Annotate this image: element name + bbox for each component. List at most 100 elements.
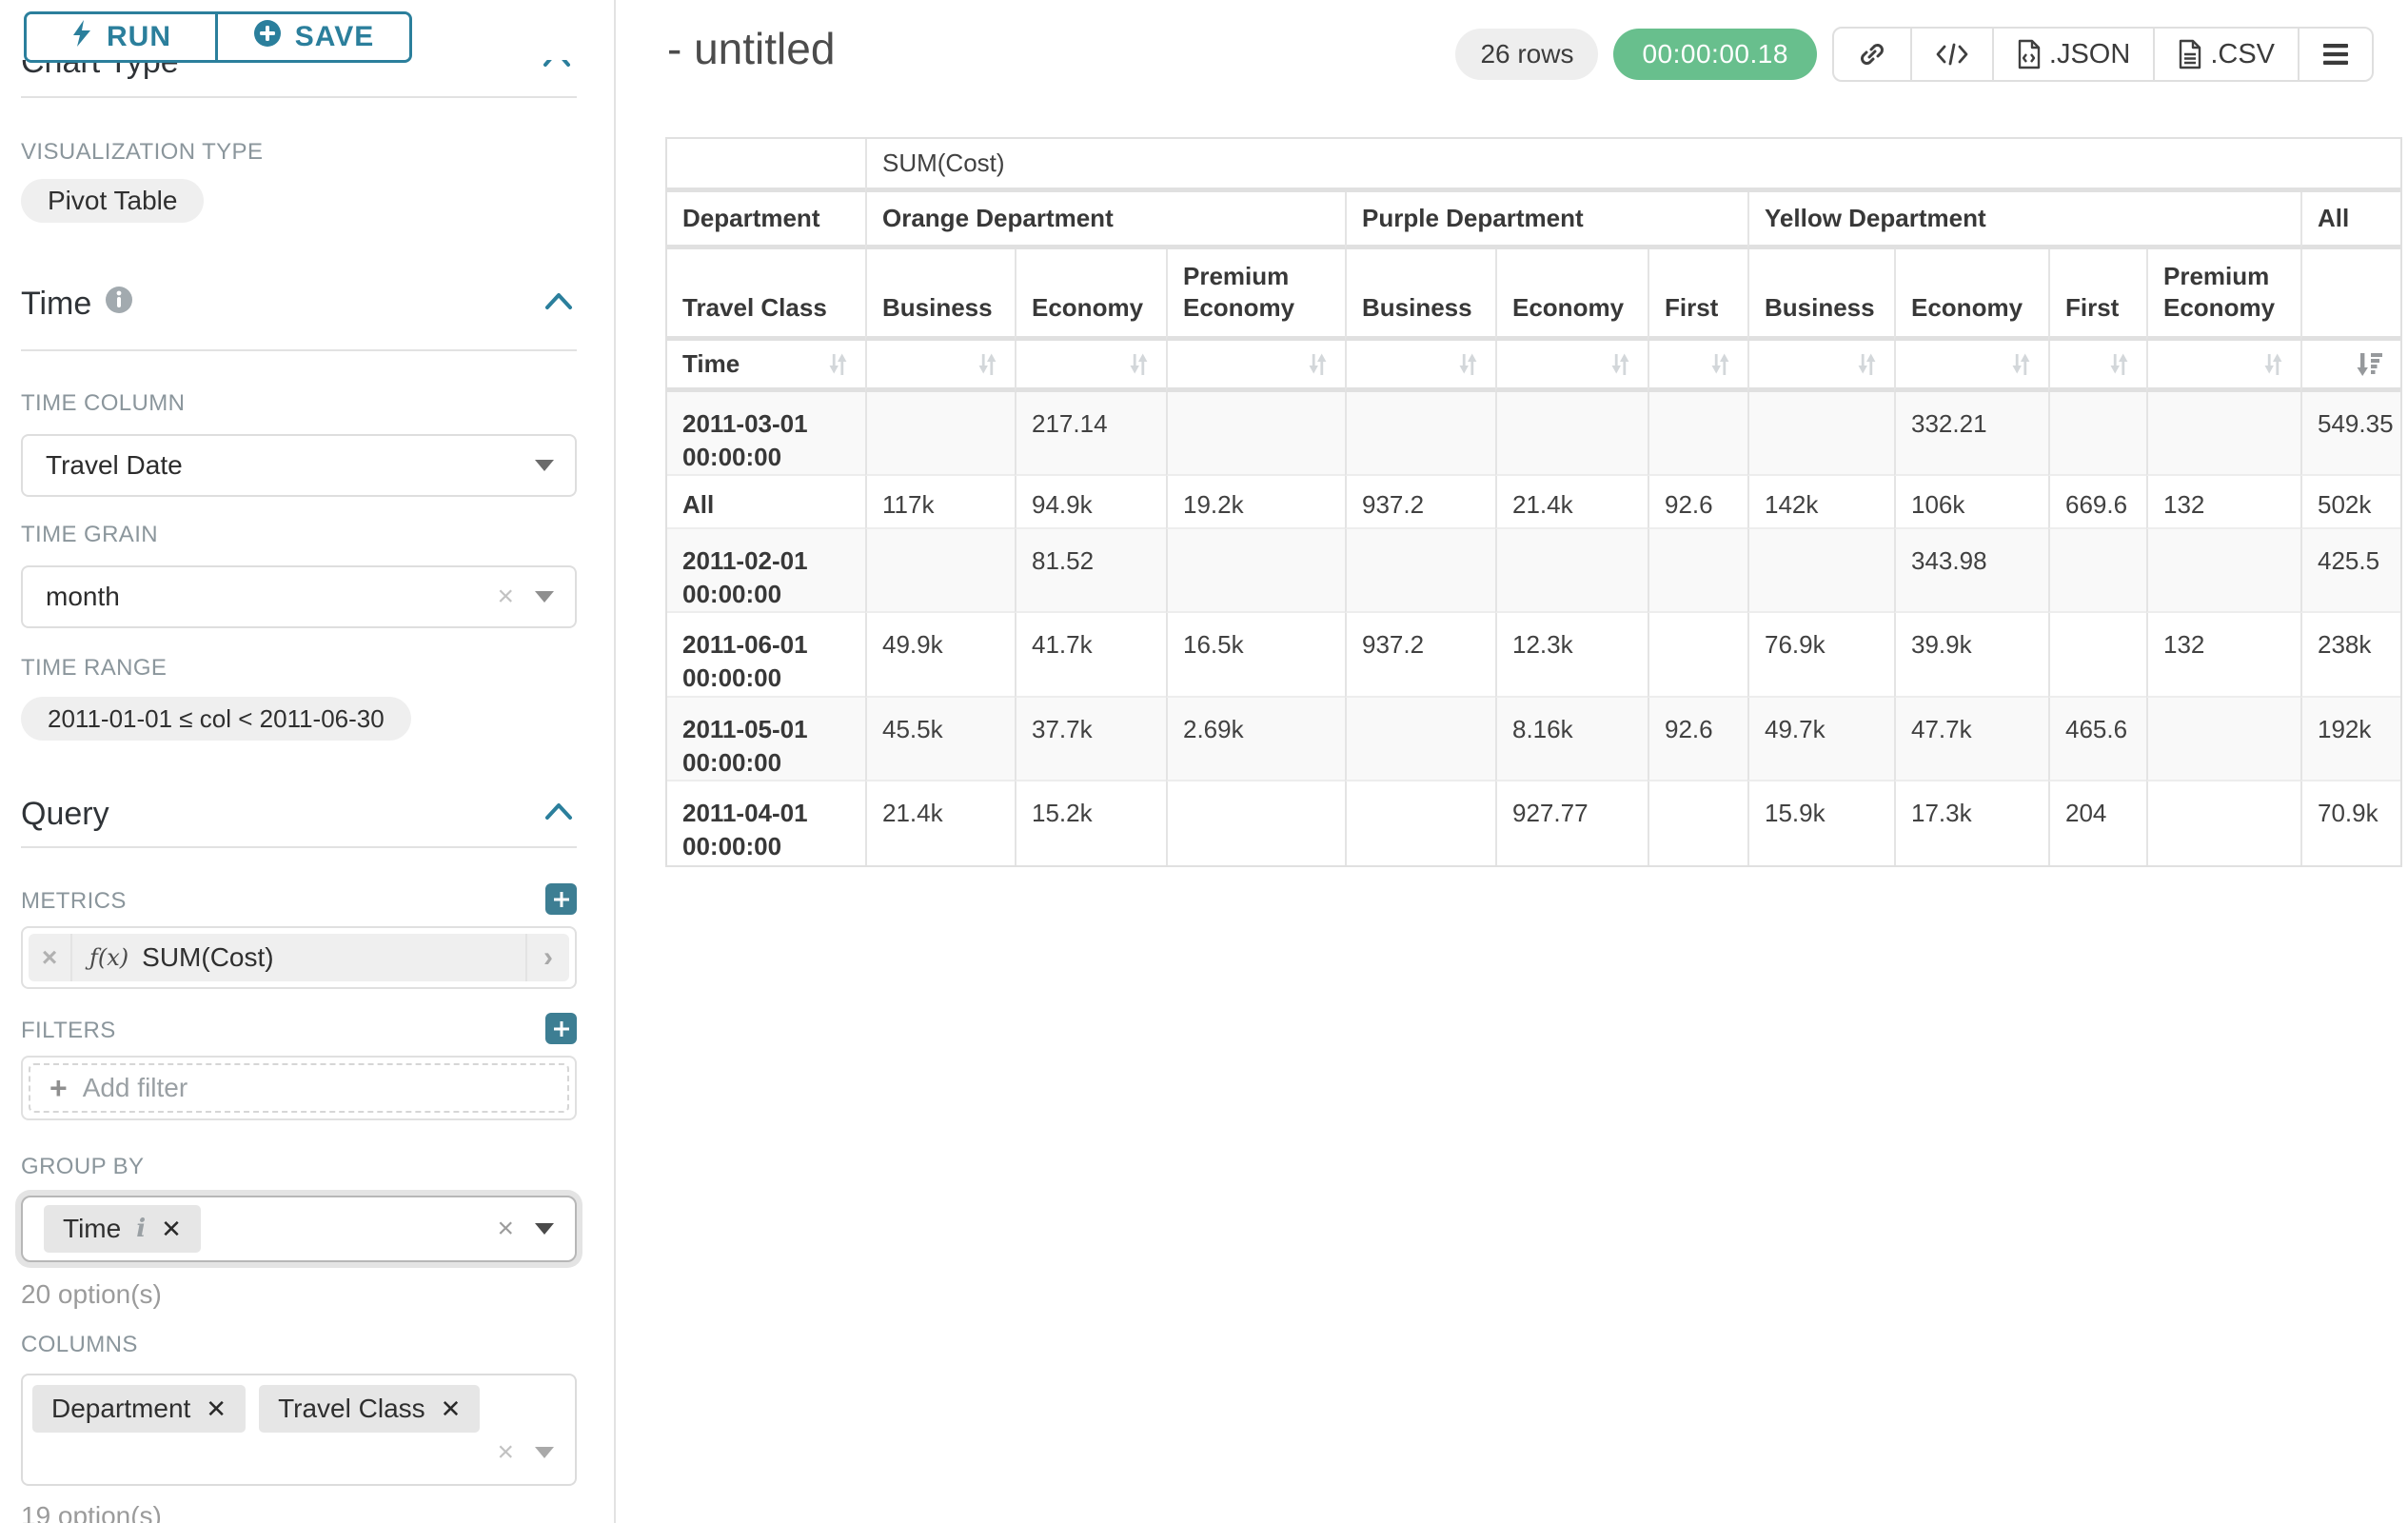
columns-chip-travel-class[interactable]: Travel Class ✕ [259, 1385, 480, 1433]
chart-area: - untitled 26 rows 00:00:00.18 .JSON .CS… [618, 0, 2408, 1523]
pivot-value-cell: 937.2 [1345, 613, 1495, 697]
pivot-col-header[interactable]: Business [865, 249, 1015, 341]
pivot-value-cell: 16.5k [1166, 613, 1345, 697]
dropdown-caret-icon[interactable] [535, 591, 554, 603]
add-metric-button[interactable] [545, 883, 577, 915]
info-icon[interactable] [105, 286, 133, 323]
control-panel-sidebar: Chart Type RUN SAVE VISUALIZATION TYPE P… [0, 0, 616, 1523]
embed-code-button[interactable] [1910, 29, 1992, 80]
run-button[interactable]: RUN [27, 14, 218, 60]
columns-select[interactable]: Department ✕ Travel Class ✕ × [21, 1374, 577, 1486]
pivot-col-group-header[interactable]: All [2300, 192, 2400, 249]
pivot-col-header[interactable]: Premium Economy [2146, 249, 2300, 341]
time-range-value[interactable]: 2011-01-01 ≤ col < 2011-06-30 [21, 697, 411, 741]
pivot-value-cell [2146, 781, 2300, 865]
pivot-col-group-header[interactable]: Orange Department [865, 192, 1345, 249]
columns-chip-department[interactable]: Department ✕ [32, 1385, 246, 1433]
pivot-value-cell: 37.7k [1015, 698, 1166, 781]
remove-chip-icon[interactable]: ✕ [206, 1394, 227, 1424]
pivot-col-header[interactable]: Economy [1015, 249, 1166, 341]
dropdown-caret-icon[interactable] [535, 1223, 554, 1235]
export-csv-button[interactable]: .CSV [2153, 29, 2298, 80]
time-column-select[interactable]: Travel Date [21, 434, 577, 497]
pivot-row-header[interactable]: 2011-05-01 00:00:00 [667, 698, 865, 781]
pivot-row-axis-time[interactable]: Time [667, 341, 865, 392]
pivot-value-cell [2146, 392, 2300, 476]
pivot-row-axis-travel-class: Travel Class [667, 249, 865, 341]
clear-icon[interactable]: × [497, 1438, 514, 1467]
dropdown-caret-icon[interactable] [535, 460, 554, 471]
export-json-button[interactable]: .JSON [1992, 29, 2153, 80]
pivot-col-header[interactable]: Business [1345, 249, 1495, 341]
pivot-col-group-header[interactable]: Purple Department [1345, 192, 1747, 249]
pivot-value-cell [1648, 781, 1747, 865]
chart-title[interactable]: - untitled [667, 23, 835, 74]
menu-button[interactable] [2298, 29, 2372, 80]
pivot-sort-cell[interactable] [1166, 341, 1345, 392]
pivot-value-cell: 17.3k [1894, 781, 2048, 865]
pivot-col-header[interactable]: Economy [1495, 249, 1648, 341]
viz-type-value[interactable]: Pivot Table [21, 179, 204, 223]
sort-icon [1126, 351, 1151, 378]
pivot-col-header[interactable]: First [2048, 249, 2146, 341]
pivot-sort-cell[interactable] [1894, 341, 2048, 392]
pivot-row-header[interactable]: 2011-06-01 00:00:00 [667, 613, 865, 697]
pivot-sort-cell[interactable] [2048, 341, 2146, 392]
clear-icon[interactable]: × [497, 583, 514, 611]
pivot-row-header[interactable]: All [667, 476, 865, 529]
pivot-row-header[interactable]: 2011-02-01 00:00:00 [667, 529, 865, 613]
pivot-value-cell: 92.6 [1648, 476, 1747, 529]
pivot-value-cell: 81.52 [1015, 529, 1166, 613]
pivot-value-cell [1345, 529, 1495, 613]
link-icon [1857, 39, 1887, 69]
pivot-sort-cell[interactable] [1015, 341, 1166, 392]
query-timer-badge: 00:00:00.18 [1613, 29, 1816, 80]
pivot-value-cell: 669.6 [2048, 476, 2146, 529]
groupby-chip-time[interactable]: Time i ✕ [44, 1205, 201, 1253]
pivot-col-group-header[interactable]: Yellow Department [1747, 192, 2300, 249]
pivot-value-cell: 21.4k [865, 781, 1015, 865]
pivot-col-header[interactable]: Economy [1894, 249, 2048, 341]
pivot-col-header[interactable]: Business [1747, 249, 1894, 341]
add-filter-dropzone[interactable]: + Add filter [29, 1063, 569, 1113]
pivot-value-cell: 15.2k [1015, 781, 1166, 865]
pivot-value-cell: 12.3k [1495, 613, 1648, 697]
pivot-value-cell: 49.9k [865, 613, 1015, 697]
pivot-value-cell [1648, 529, 1747, 613]
pivot-col-header[interactable]: First [1648, 249, 1747, 341]
pivot-col-header[interactable]: Premium Economy [1166, 249, 1345, 341]
time-grain-select[interactable]: month × [21, 565, 577, 628]
run-save-button-group: RUN SAVE [24, 11, 412, 63]
metric-item[interactable]: × ƒ(x) SUM(Cost) › [21, 926, 577, 989]
info-icon[interactable]: i [136, 1215, 146, 1243]
pivot-sort-cell[interactable] [2146, 341, 2300, 392]
result-toolbar: 26 rows 00:00:00.18 .JSON .CSV [1455, 27, 2374, 82]
divider [21, 349, 577, 351]
save-button[interactable]: SAVE [218, 14, 409, 60]
chevron-up-icon[interactable] [541, 798, 577, 831]
dropdown-caret-icon[interactable] [535, 1447, 554, 1458]
columns-control: COLUMNS Department ✕ Travel Class ✕ × 19… [21, 1332, 577, 1523]
pivot-sort-cell[interactable] [1747, 341, 1894, 392]
sort-icon [2260, 351, 2285, 378]
remove-metric-icon[interactable]: × [29, 934, 72, 981]
groupby-select[interactable]: Time i ✕ × [21, 1196, 577, 1262]
pivot-row-header[interactable]: 2011-03-01 00:00:00 [667, 392, 865, 476]
pivot-value-cell: 343.98 [1894, 529, 2048, 613]
pivot-sort-cell[interactable] [2300, 341, 2400, 392]
pivot-sort-cell[interactable] [1648, 341, 1747, 392]
expand-metric-icon[interactable]: › [525, 934, 569, 981]
pivot-sort-cell[interactable] [1495, 341, 1648, 392]
pivot-sort-cell[interactable] [1345, 341, 1495, 392]
remove-chip-icon[interactable]: ✕ [161, 1215, 182, 1244]
clear-icon[interactable]: × [497, 1215, 514, 1243]
chevron-up-icon[interactable] [541, 287, 577, 321]
remove-chip-icon[interactable]: ✕ [441, 1394, 462, 1424]
pivot-col-header[interactable] [2300, 249, 2400, 341]
pivot-value-cell: 927.77 [1495, 781, 1648, 865]
copy-link-button[interactable] [1834, 29, 1910, 80]
pivot-sort-cell[interactable] [865, 341, 1015, 392]
pivot-row-header[interactable]: 2011-04-01 00:00:00 [667, 781, 865, 865]
lightning-bolt-icon [70, 19, 93, 55]
add-filter-button[interactable] [545, 1013, 577, 1044]
